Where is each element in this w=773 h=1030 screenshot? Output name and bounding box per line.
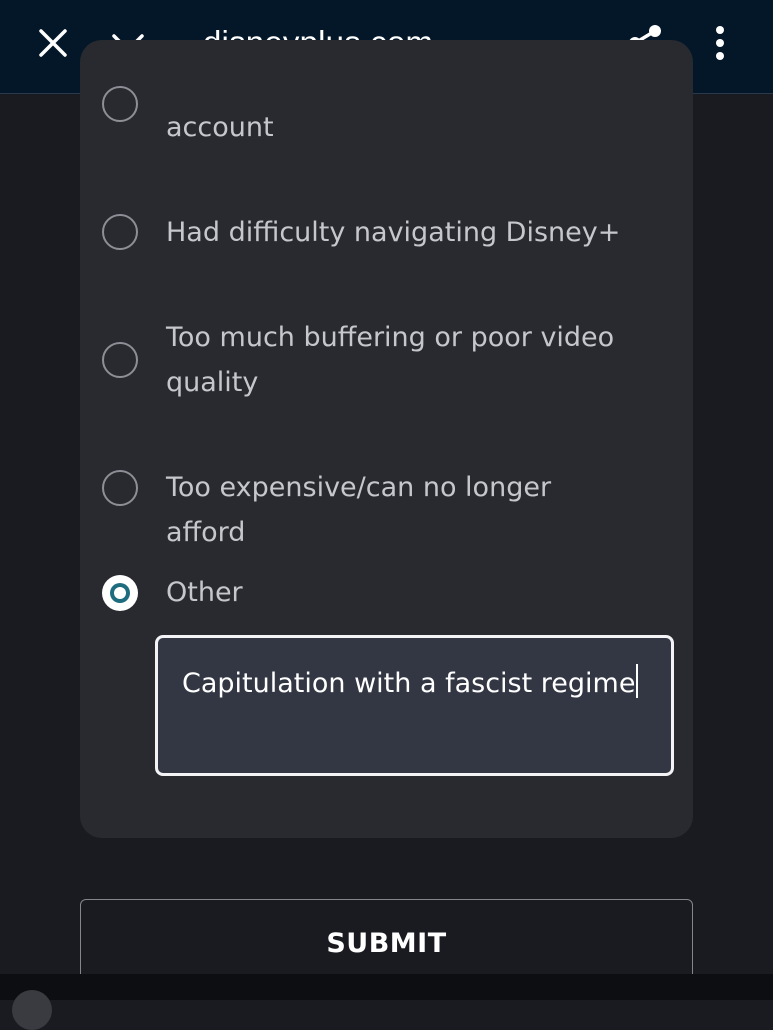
radio-option-other[interactable] [102, 575, 138, 611]
radio-option-4[interactable] [102, 470, 138, 506]
other-reason-text: Capitulation with a fascist regime [182, 668, 636, 699]
bottom-navigation-bar [0, 974, 773, 1000]
option-label-1: account [166, 112, 274, 143]
option-label-3: Too much buffering or poor video quality [166, 322, 615, 398]
option-label-other: Other [166, 577, 243, 608]
home-indicator [12, 990, 52, 1030]
more-vert-icon[interactable] [706, 22, 734, 64]
radio-option-3[interactable] [102, 342, 138, 378]
option-label-2: Had difficulty navigating Disney+ [166, 217, 621, 248]
text-caret [636, 664, 639, 698]
radio-option-2[interactable] [102, 214, 138, 250]
radio-option-1[interactable] [102, 86, 138, 122]
option-label-4: Too expensive/can no longer afford [166, 472, 552, 548]
other-reason-input[interactable]: Capitulation with a fascist regime [155, 635, 674, 776]
close-icon[interactable] [34, 24, 72, 62]
